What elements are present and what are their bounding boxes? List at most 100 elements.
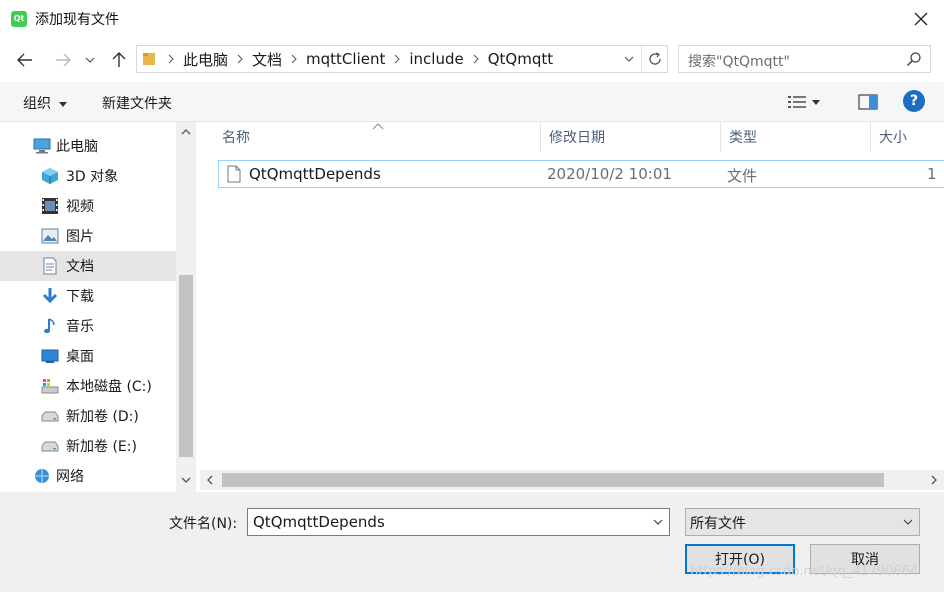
scroll-left-button[interactable]: [200, 470, 220, 490]
arrow-right-icon: [56, 53, 71, 67]
nav-item[interactable]: 文档: [0, 251, 176, 281]
chevron-down-icon: [85, 57, 95, 63]
nav-item-label: 桌面: [66, 349, 94, 365]
nav-item[interactable]: 新加卷 (E:): [0, 431, 176, 461]
chevron-left-icon: [207, 475, 213, 485]
nav-vertical-scrollbar[interactable]: [176, 122, 196, 492]
chevron-right-icon[interactable]: [286, 54, 302, 64]
filetype-value: 所有文件: [690, 516, 746, 532]
preview-pane-icon[interactable]: [857, 92, 879, 112]
breadcrumb-item[interactable]: mqttClient: [302, 50, 389, 68]
nav-item-label: 下载: [66, 289, 94, 305]
watermark-text: https://blog.csdn.net/qq_41790664: [690, 564, 919, 579]
refresh-button[interactable]: [641, 46, 667, 72]
title-bar: Qt 添加现有文件: [0, 0, 944, 38]
caret-down-icon: [812, 99, 820, 105]
change-view-button[interactable]: [788, 92, 834, 112]
nav-item[interactable]: 桌面: [0, 341, 176, 371]
file-type: 文件: [727, 167, 758, 185]
scroll-up-button[interactable]: [176, 122, 196, 142]
nav-item[interactable]: 下载: [0, 281, 176, 311]
chevron-down-icon: [624, 56, 634, 62]
back-button[interactable]: [12, 48, 38, 72]
file-name: QtQmqttDepends: [249, 165, 381, 183]
chevron-right-icon[interactable]: [468, 54, 484, 64]
navigation-pane: 此电脑 3D 对象视频图片文档下载音乐桌面本地磁盘 (C:) 新加卷 (D:) 新加卷…: [0, 122, 196, 492]
recent-locations-button[interactable]: [80, 48, 100, 72]
pictures-icon: [41, 227, 59, 245]
column-header-size[interactable]: 大小: [871, 122, 944, 152]
system-drive-icon: [41, 377, 59, 395]
nav-item-label: 文档: [66, 259, 94, 275]
file-icon: [227, 165, 241, 183]
filename-field[interactable]: QtQmqttDepends: [247, 508, 670, 536]
filename-value: QtQmqttDepends: [253, 513, 385, 531]
nav-item[interactable]: 3D 对象: [0, 161, 176, 191]
chevron-right-icon[interactable]: [232, 54, 248, 64]
cube-3d-icon: [41, 167, 59, 185]
documents-icon: [41, 257, 59, 275]
nav-item[interactable]: 视频: [0, 191, 176, 221]
nav-item-label: 新加卷 (D:): [66, 409, 139, 425]
close-button[interactable]: [898, 0, 944, 38]
network-icon: [33, 467, 51, 485]
address-history-button[interactable]: [619, 46, 639, 72]
nav-item-label: 此电脑: [56, 139, 98, 155]
organize-menu[interactable]: 组织: [23, 93, 68, 113]
column-header-type[interactable]: 类型: [721, 122, 871, 152]
search-placeholder: 搜索"QtQmqtt": [688, 54, 790, 70]
arrow-left-icon: [17, 53, 32, 67]
nav-item-label: 网络: [56, 469, 84, 485]
chevron-right-icon[interactable]: [389, 54, 405, 64]
scroll-thumb[interactable]: [179, 275, 193, 457]
file-list: 名称 修改日期 类型 大小 QtQmqttDepends 2020/10/2 1…: [196, 122, 944, 492]
search-input[interactable]: 搜索"QtQmqtt": [678, 45, 931, 73]
nav-item-label: 音乐: [66, 319, 94, 335]
nav-item-label: 视频: [66, 199, 94, 215]
scroll-thumb[interactable]: [222, 473, 884, 487]
nav-item[interactable]: 网络: [0, 461, 176, 491]
nav-item[interactable]: 本地磁盘 (C:): [0, 371, 176, 401]
caret-down-icon: [59, 101, 68, 107]
breadcrumb-item[interactable]: 此电脑: [179, 49, 232, 70]
chevron-right-icon: [163, 54, 179, 64]
command-toolbar: 组织 新建文件夹: [0, 82, 944, 122]
filetype-select[interactable]: 所有文件: [685, 508, 920, 536]
search-icon[interactable]: [906, 51, 922, 67]
nav-item[interactable]: 图片: [0, 221, 176, 251]
forward-button[interactable]: [50, 48, 76, 72]
music-icon: [41, 317, 59, 335]
scroll-right-button[interactable]: [924, 470, 944, 490]
nav-item-label: 图片: [66, 229, 94, 245]
drive-icon: [41, 437, 59, 455]
chevron-up-icon: [181, 129, 191, 135]
help-icon[interactable]: ?: [903, 90, 925, 112]
refresh-icon: [648, 52, 661, 65]
filename-label: 文件名(N):: [169, 516, 238, 532]
new-folder-button[interactable]: 新建文件夹: [102, 93, 172, 113]
qt-app-icon: Qt: [11, 11, 27, 27]
file-size: 1: [927, 165, 937, 183]
address-bar[interactable]: 此电脑 文档 mqttClient include QtQmqtt: [136, 45, 668, 73]
filename-dropdown-button[interactable]: [647, 509, 669, 535]
nav-item[interactable]: 此电脑: [0, 131, 176, 161]
nav-item[interactable]: 音乐: [0, 311, 176, 341]
chevron-down-icon: [653, 519, 663, 525]
column-header-name[interactable]: 名称: [214, 122, 541, 152]
nav-item[interactable]: 新加卷 (D:): [0, 401, 176, 431]
filetype-dropdown-button[interactable]: [897, 509, 919, 535]
file-modified: 2020/10/2 10:01: [547, 165, 672, 183]
column-header-modified[interactable]: 修改日期: [541, 122, 721, 152]
video-icon: [41, 197, 59, 215]
chevron-right-icon: [931, 475, 937, 485]
chevron-down-icon: [903, 519, 913, 525]
breadcrumb-item[interactable]: 文档: [248, 49, 286, 70]
breadcrumb-item[interactable]: QtQmqtt: [484, 50, 557, 68]
drive-icon: [41, 407, 59, 425]
file-horizontal-scrollbar[interactable]: [200, 470, 944, 490]
up-button[interactable]: [106, 48, 132, 72]
file-row[interactable]: QtQmqttDepends 2020/10/2 10:01 文件 1: [218, 160, 944, 188]
scroll-down-button[interactable]: [176, 470, 196, 490]
breadcrumb: 此电脑 文档 mqttClient include QtQmqtt: [163, 46, 557, 72]
breadcrumb-item[interactable]: include: [405, 50, 467, 68]
